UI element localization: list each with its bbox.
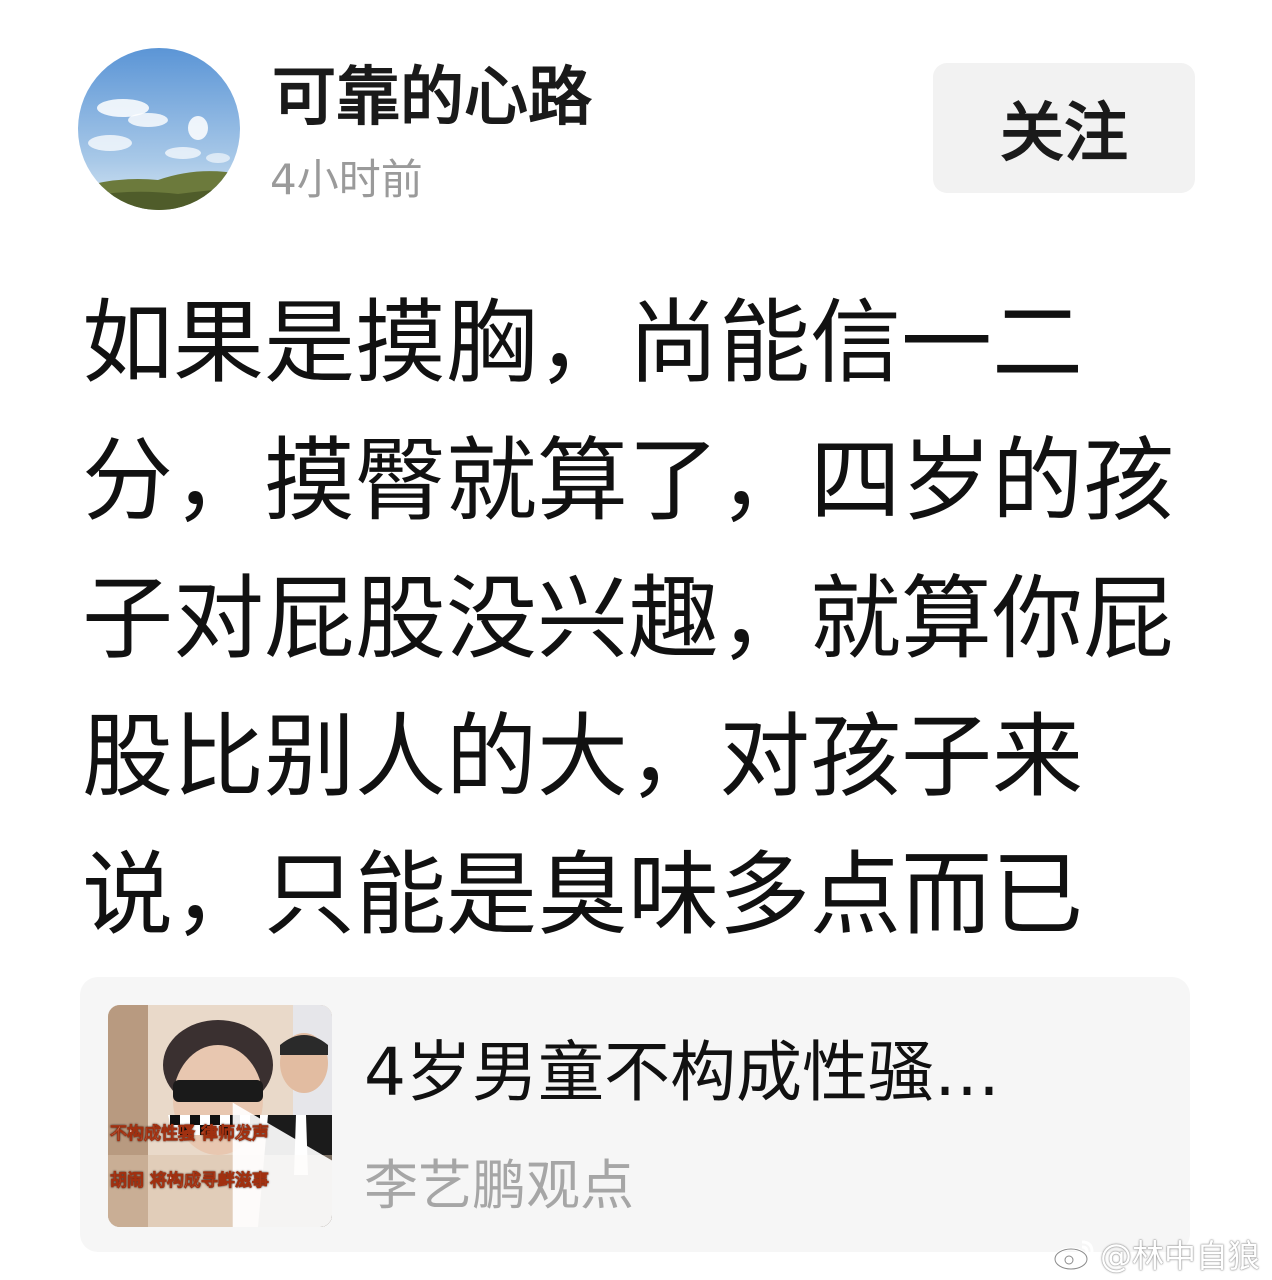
author-name[interactable]: 可靠的心路 xyxy=(272,58,592,138)
post-text-line: 股比别人的大，对孩子来 xyxy=(82,705,1084,810)
watermark-text: @林中自狼 xyxy=(1099,1237,1260,1275)
weibo-icon xyxy=(1053,1240,1094,1271)
post-text-line: 子对屁股没兴趣，就算你屁 xyxy=(82,567,1175,672)
post-body: 如果是摸胸，尚能信一二 分，摸臀就算了，四岁的孩 子对屁股没兴趣，就算你屁 股比… xyxy=(82,275,1212,965)
post-timestamp: 4小时前 xyxy=(270,155,423,204)
post-page: 可靠的心路 4小时前 关注 如果是摸胸，尚能信一二 分，摸臀就算了，四岁的孩 子… xyxy=(0,0,1272,1280)
watermark: @林中自狼 xyxy=(1052,1231,1260,1277)
thumbnail-caption: 胡闹 将构成寻衅滋事 xyxy=(110,1171,270,1192)
sky-landscape-avatar-icon xyxy=(78,48,240,210)
play-icon[interactable] xyxy=(186,1083,332,1227)
video-card-title[interactable]: 4岁男童不构成性骚… xyxy=(364,1031,1164,1115)
video-thumbnail[interactable]: 不构成性骚 律师发声 胡闹 将构成寻衅滋事 xyxy=(108,1005,332,1227)
follow-button[interactable]: 关注 xyxy=(933,63,1195,193)
post-text-line: 说，只能是臭味多点而已 xyxy=(82,843,1084,948)
author-avatar[interactable] xyxy=(78,48,240,210)
thumbnail-caption: 不构成性骚 律师发声 xyxy=(110,1124,270,1145)
post-text-line: 如果是摸胸，尚能信一二 xyxy=(82,291,1084,396)
shared-video-card[interactable]: 不构成性骚 律师发声 胡闹 将构成寻衅滋事 4岁男童不构成性骚… 李艺鹏观点 xyxy=(80,977,1190,1252)
post-text-line: 分，摸臀就算了，四岁的孩 xyxy=(82,429,1175,534)
video-card-source[interactable]: 李艺鹏观点 xyxy=(364,1153,634,1219)
